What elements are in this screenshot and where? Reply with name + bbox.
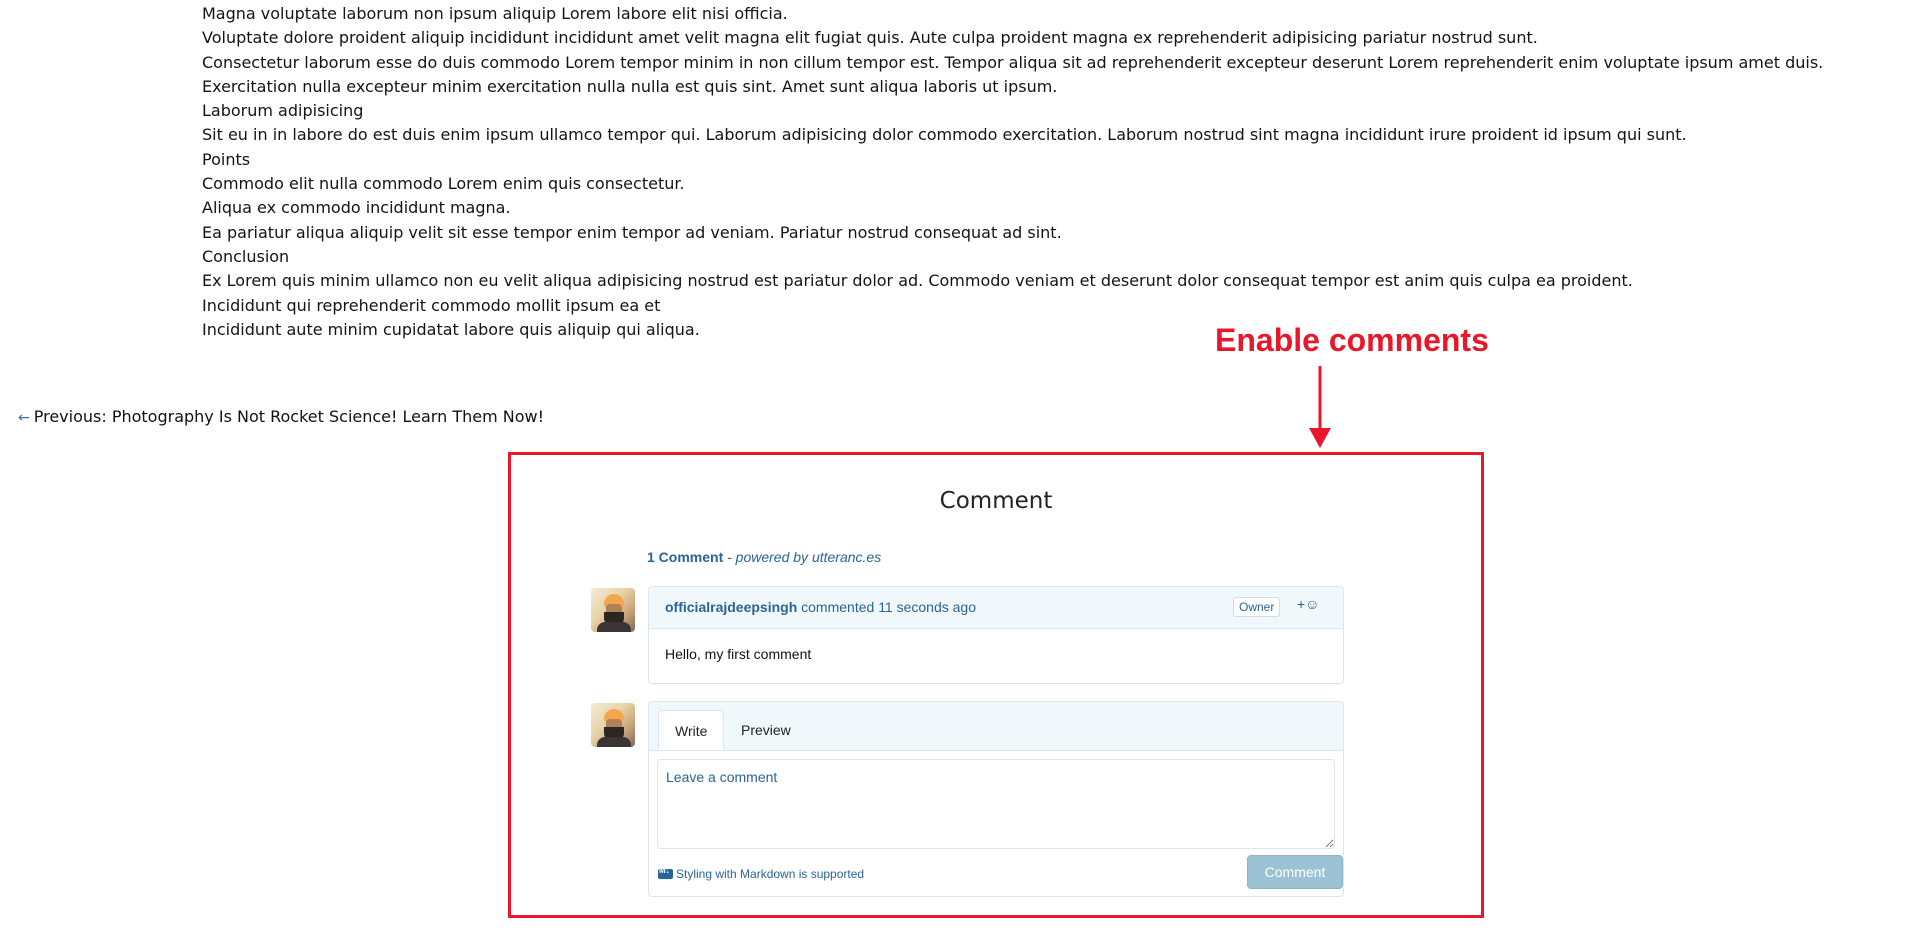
comment-time-link[interactable]: 11 seconds ago — [878, 599, 976, 615]
owner-badge: Owner — [1233, 597, 1281, 617]
tab-write[interactable]: Write — [658, 710, 725, 750]
comment-card: officialrajdeepsingh commented 11 second… — [648, 586, 1344, 684]
paragraph: Commodo elit nulla commodo Lorem enim qu… — [202, 174, 685, 194]
comment-count: 1 Comment - powered by utteranc.es — [647, 549, 881, 565]
section-heading: Conclusion — [202, 246, 290, 266]
section-heading: Laborum adipisicing — [202, 101, 364, 121]
paragraph: Consectetur laborum esse do duis commodo… — [202, 52, 1824, 72]
previous-post-label: Previous: Photography Is Not Rocket Scie… — [33, 407, 545, 426]
paragraph: Sit eu in in labore do est duis enim ips… — [202, 125, 1687, 145]
comment-meta: officialrajdeepsingh commented 11 second… — [665, 599, 976, 615]
tab-preview[interactable]: Preview — [725, 710, 807, 750]
comment-body: Hello, my first comment — [665, 646, 812, 662]
paragraph: Incididunt qui reprehenderit commodo mol… — [202, 295, 661, 315]
powered-by-link[interactable]: - powered by utteranc.es — [723, 549, 881, 565]
paragraph: Ex Lorem quis minim ullamco non eu velit… — [202, 271, 1633, 291]
article-body: Magna voluptate laborum non ipsum aliqui… — [202, 2, 1824, 342]
markdown-support-link[interactable]: Styling with Markdown is supported — [658, 866, 865, 881]
comment-textarea[interactable] — [657, 759, 1335, 849]
section-heading: Points — [202, 149, 251, 169]
comment-action: commented — [797, 599, 879, 615]
paragraph: Aliqua ex commodo incididunt magna. — [202, 198, 511, 218]
paragraph: Magna voluptate laborum non ipsum aliqui… — [202, 4, 788, 23]
avatar[interactable] — [591, 703, 635, 747]
submit-comment-button[interactable]: Comment — [1247, 855, 1343, 889]
paragraph: Voluptate dolore proident aliquip incidi… — [202, 28, 1538, 48]
annotation-arrow-icon — [1309, 366, 1331, 448]
paragraph: Ea pariatur aliqua aliquip velit sit ess… — [202, 222, 1062, 242]
editor-tabs: Write Preview — [649, 702, 1343, 751]
comment-count-link[interactable]: 1 Comment — [647, 549, 723, 565]
paragraph: Exercitation nulla excepteur minim exerc… — [202, 76, 1058, 96]
add-reaction-icon[interactable]: +☺ — [1297, 596, 1319, 612]
comment-author-link[interactable]: officialrajdeepsingh — [665, 599, 797, 615]
previous-post-link[interactable]: ← Previous: Photography Is Not Rocket Sci… — [18, 405, 544, 430]
avatar[interactable] — [591, 588, 635, 632]
annotation-label: Enable comments — [1215, 322, 1489, 358]
markdown-note-label: Styling with Markdown is supported — [676, 867, 865, 881]
comment-editor: Write Preview Styling with Markdown is s… — [648, 701, 1344, 897]
left-arrow-icon: ← — [18, 410, 30, 426]
paragraph: Incididunt aute minim cupidatat labore q… — [202, 319, 700, 339]
comment-header: officialrajdeepsingh commented 11 second… — [649, 587, 1343, 629]
markdown-icon — [658, 866, 673, 879]
comments-heading: Comment — [939, 488, 1053, 514]
